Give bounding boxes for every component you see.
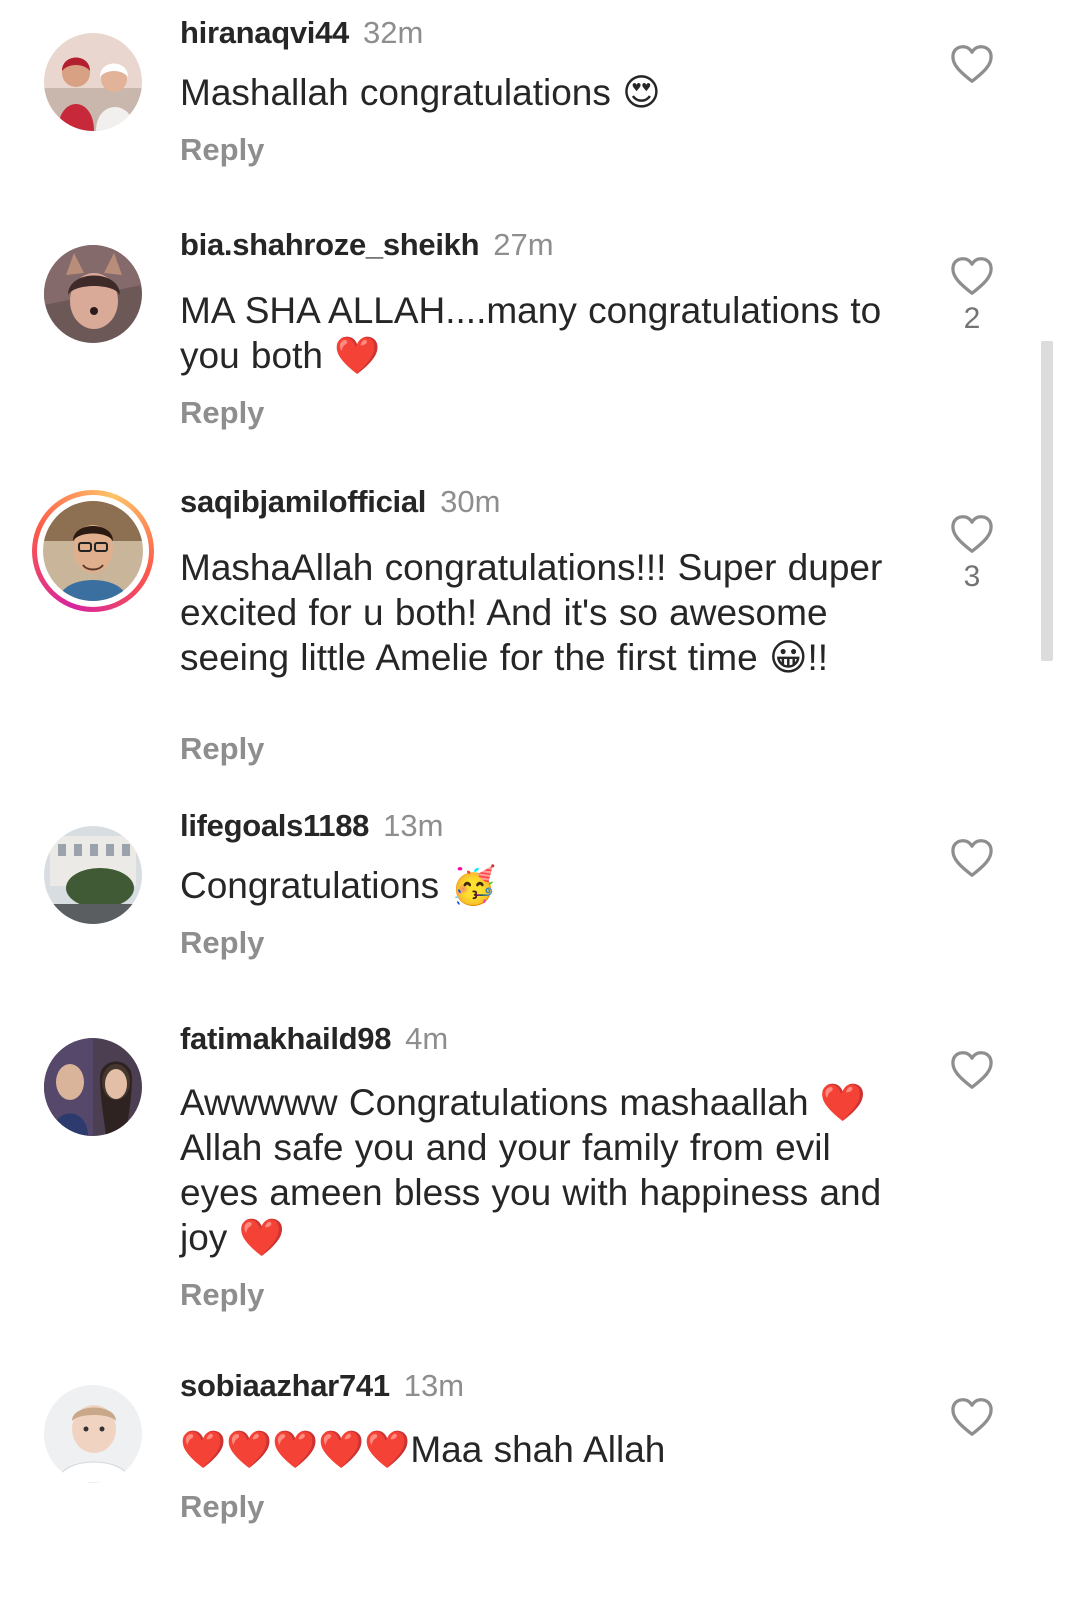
comment-time: 30m: [440, 484, 501, 519]
comment-meta: bia.shahroze_sheikh 27m: [180, 226, 920, 264]
comment-body: sobiaazhar741 13m ❤️❤️❤️❤️❤️Maa shah Alla…: [180, 1367, 920, 1526]
comment-text: MashaAllah congratulations!!! Super dupe…: [180, 547, 883, 678]
avatar[interactable]: [44, 1385, 142, 1483]
avatar[interactable]: [44, 33, 142, 131]
avatar[interactable]: [44, 1038, 142, 1136]
comment-username[interactable]: hiranaqvi44: [180, 15, 349, 50]
comment-username[interactable]: bia.shahroze_sheikh: [180, 227, 480, 262]
comment-meta: fatimakhaild98 4m: [180, 1020, 920, 1058]
comment-time: 13m: [383, 808, 444, 843]
avatar[interactable]: [44, 245, 142, 343]
comment-time: 27m: [493, 227, 554, 262]
scrollbar-thumb[interactable]: [1041, 341, 1053, 661]
heart-outline-icon: [950, 1050, 994, 1090]
comment-username[interactable]: fatimakhaild98: [180, 1021, 391, 1056]
comment-meta: lifegoals1188 13m: [180, 807, 920, 845]
avatar[interactable]: [44, 826, 142, 924]
comment-meta: hiranaqvi44 32m: [180, 14, 920, 52]
like-count: 3: [963, 560, 981, 593]
comment-body: lifegoals1188 13m Congratulations 🥳 Reply: [180, 807, 920, 962]
comment-time: 32m: [363, 15, 424, 50]
heart-outline-icon: [950, 838, 994, 878]
like-button[interactable]: [950, 1397, 994, 1437]
comment-body: hiranaqvi44 32m Mashallah congratulations…: [180, 14, 920, 169]
comment-meta: saqibjamilofficial 30m: [180, 483, 920, 521]
comment-time: 13m: [403, 1368, 465, 1403]
like-button[interactable]: 2: [950, 256, 994, 336]
like-count: 2: [963, 302, 981, 335]
story-ring-gap: [37, 495, 149, 607]
heart-outline-icon: [950, 256, 994, 296]
like-button[interactable]: [950, 838, 994, 878]
comment-time: 4m: [405, 1021, 449, 1056]
reply-button[interactable]: Reply: [180, 1488, 920, 1526]
comment-text: Mashallah congratulations 😍: [180, 72, 661, 113]
reply-button[interactable]: Reply: [180, 730, 920, 768]
comment-body: fatimakhaild98 4m Awwwww Congratulations …: [180, 1020, 920, 1314]
heart-outline-icon: [950, 44, 994, 84]
comment-text: Congratulations 🥳: [180, 865, 497, 906]
reply-button[interactable]: Reply: [180, 924, 920, 962]
comment-text: MA SHA ALLAH....many congratulations to …: [180, 290, 882, 376]
comment-username[interactable]: sobiaazhar741: [180, 1368, 390, 1403]
like-button[interactable]: [950, 44, 994, 84]
reply-button[interactable]: Reply: [180, 1276, 920, 1314]
comment-username[interactable]: saqibjamilofficial: [180, 484, 426, 519]
comment-meta: sobiaazhar741 13m: [180, 1367, 920, 1405]
reply-button[interactable]: Reply: [180, 131, 920, 169]
comment-text: ❤️❤️❤️❤️❤️Maa shah Allah: [180, 1429, 666, 1470]
avatar: [43, 501, 143, 601]
heart-outline-icon: [950, 514, 994, 554]
comment-body: saqibjamilofficial 30m MashaAllah congrat…: [180, 483, 920, 768]
like-button[interactable]: [950, 1050, 994, 1090]
comment-text: Awwwww Congratulations mashaallah ❤️ All…: [180, 1082, 882, 1258]
reply-button[interactable]: Reply: [180, 394, 920, 432]
heart-outline-icon: [950, 1397, 994, 1437]
story-ring[interactable]: [32, 490, 154, 612]
like-button[interactable]: 3: [950, 514, 994, 594]
comment-username[interactable]: lifegoals1188: [180, 808, 369, 843]
comment-body: bia.shahroze_sheikh 27m MA SHA ALLAH....m…: [180, 226, 920, 432]
